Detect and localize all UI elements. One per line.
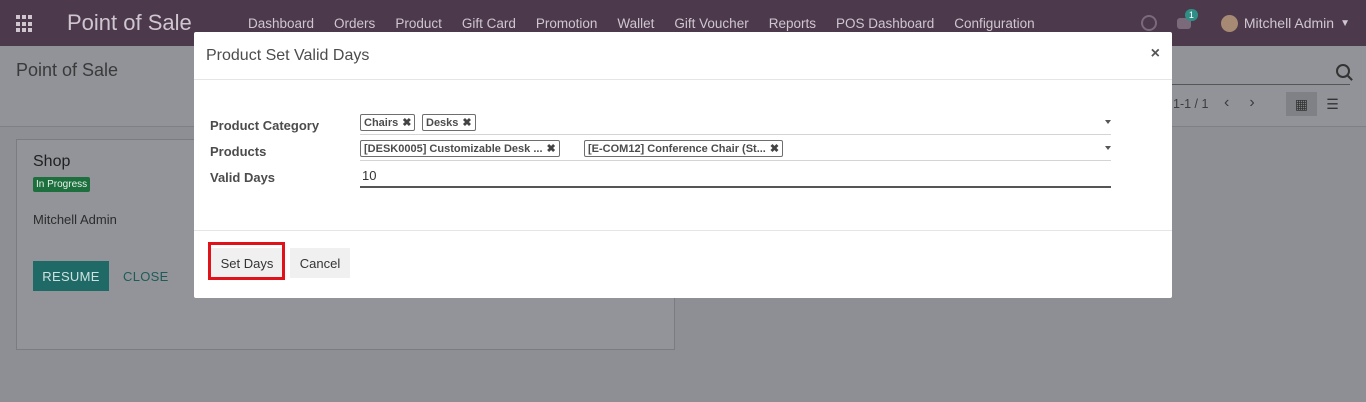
- clock-icon[interactable]: [1140, 15, 1157, 31]
- user-menu-name[interactable]: Mitchell Admin: [1244, 15, 1334, 31]
- kanban-view-icon[interactable]: ▦: [1286, 92, 1317, 116]
- chevron-left-icon[interactable]: ‹: [1224, 94, 1229, 112]
- pager-arrows: ‹ ›: [1224, 94, 1255, 112]
- card-title: Shop: [33, 153, 71, 170]
- tag-label: [DESK0005] Customizable Desk ...: [364, 142, 543, 155]
- highlight-box: [208, 242, 285, 280]
- cancel-button[interactable]: Cancel: [290, 248, 350, 278]
- resume-button[interactable]: RESUME: [33, 261, 109, 291]
- valid-days-label: Valid Days: [210, 170, 276, 185]
- close-icon[interactable]: ×: [1151, 45, 1160, 63]
- modal-title: Product Set Valid Days: [206, 47, 370, 64]
- set-valid-days-dialog: Product Set Valid Days × Product Categor…: [194, 32, 1172, 298]
- pager-value[interactable]: 1-1 / 1: [1173, 97, 1208, 111]
- chat-count-badge: 1: [1184, 8, 1198, 21]
- dropdown-caret-icon[interactable]: [1105, 120, 1111, 124]
- breadcrumb: Point of Sale: [16, 60, 119, 80]
- close-session-link[interactable]: CLOSE: [123, 269, 169, 284]
- navbar-right: 1 Mitchell Admin ▼: [1140, 0, 1366, 46]
- menu-item-reports[interactable]: Reports: [759, 16, 826, 31]
- products-label: Products: [210, 144, 267, 159]
- remove-tag-icon[interactable]: ✖: [462, 116, 471, 129]
- modal-footer: Set Days Cancel: [194, 230, 1172, 299]
- tag-product: [DESK0005] Customizable Desk ... ✖: [360, 140, 560, 157]
- main-menu: Dashboard Orders Product Gift Card Promo…: [238, 16, 1045, 31]
- tag-label: Chairs: [364, 116, 399, 129]
- tag-product: [E-COM12] Conference Chair (St... ✖: [584, 140, 784, 157]
- list-view-icon[interactable]: ☰: [1317, 92, 1348, 116]
- menu-item-configuration[interactable]: Configuration: [944, 16, 1044, 31]
- menu-item-promotion[interactable]: Promotion: [526, 16, 608, 31]
- menu-item-product[interactable]: Product: [385, 16, 452, 31]
- status-badge: In Progress: [33, 177, 91, 192]
- dropdown-caret-icon[interactable]: [1105, 146, 1111, 150]
- card-user: Mitchell Admin: [33, 212, 117, 227]
- valid-days-input[interactable]: 10: [360, 164, 1111, 188]
- product-category-field[interactable]: Chairs ✖ Desks ✖: [360, 112, 1111, 135]
- menu-item-gift-voucher[interactable]: Gift Voucher: [664, 16, 758, 31]
- chevron-right-icon[interactable]: ›: [1249, 94, 1254, 112]
- view-switcher: ▦ ☰: [1286, 92, 1348, 116]
- avatar[interactable]: [1220, 14, 1238, 32]
- remove-tag-icon[interactable]: ✖: [402, 116, 411, 129]
- search-icon[interactable]: [1336, 64, 1350, 78]
- valid-days-value: 10: [362, 168, 377, 183]
- chevron-down-icon[interactable]: ▼: [1340, 18, 1350, 29]
- menu-item-pos-dashboard[interactable]: POS Dashboard: [826, 16, 944, 31]
- products-field[interactable]: [DESK0005] Customizable Desk ... ✖ [E-CO…: [360, 138, 1111, 161]
- menu-item-gift-card[interactable]: Gift Card: [452, 16, 526, 31]
- apps-grid-icon[interactable]: [16, 15, 34, 33]
- chat-icon[interactable]: 1: [1176, 8, 1198, 29]
- menu-item-dashboard[interactable]: Dashboard: [238, 16, 324, 31]
- tag-label: Desks: [426, 116, 459, 129]
- tag-chairs: Chairs ✖: [360, 114, 416, 131]
- search-input[interactable]: [1172, 62, 1350, 85]
- tag-label: [E-COM12] Conference Chair (St...: [588, 142, 766, 155]
- remove-tag-icon[interactable]: ✖: [547, 142, 556, 155]
- modal-header: Product Set Valid Days ×: [194, 32, 1172, 80]
- menu-item-wallet[interactable]: Wallet: [607, 16, 664, 31]
- menu-item-orders[interactable]: Orders: [324, 16, 385, 31]
- remove-tag-icon[interactable]: ✖: [770, 142, 779, 155]
- app-brand[interactable]: Point of Sale: [67, 10, 192, 36]
- tag-desks: Desks ✖: [422, 114, 476, 131]
- product-category-label: Product Category: [210, 118, 320, 133]
